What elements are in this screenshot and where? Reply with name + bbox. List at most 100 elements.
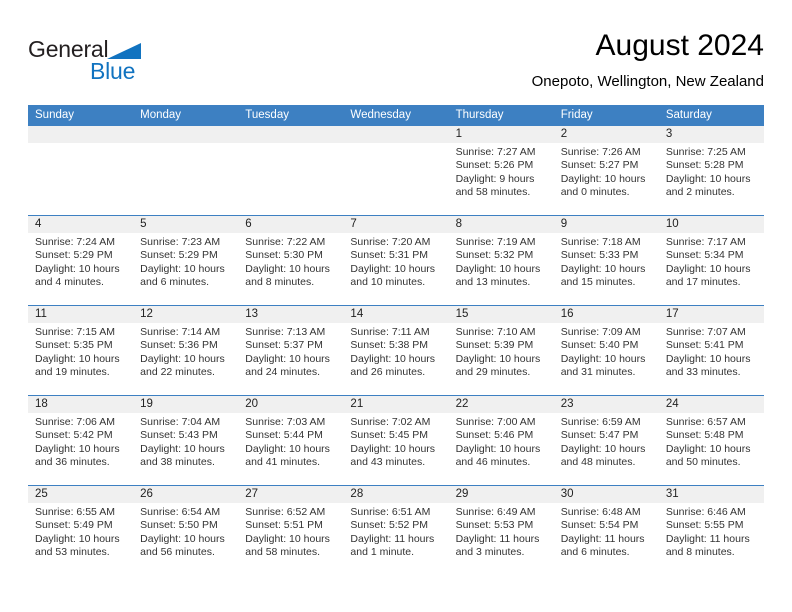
calendar-day-cell[interactable]: 14 Sunrise: 7:11 AM Sunset: 5:38 PM Dayligh… [343,306,449,395]
day-details: Sunrise: 6:55 AM Sunset: 5:49 PM Daylight:… [28,503,133,560]
calendar-day-cell[interactable]: 29 Sunrise: 6:49 AM Sunset: 5:53 PM Dayligh… [448,486,554,575]
calendar-day-cell[interactable]: 22 Sunrise: 7:00 AM Sunset: 5:46 PM Dayligh… [448,396,554,485]
day-detail-line: Sunset: 5:55 PM [665,519,744,532]
day-detail-line: and 22 minutes. [140,366,215,379]
page-header: General Blue August 2024 Onepoto, Wellin… [28,28,764,100]
calendar-day-cell[interactable]: 4 Sunrise: 7:24 AM Sunset: 5:29 PM Daylight… [28,216,134,305]
day-detail-line: Daylight: 11 hours [560,532,645,545]
day-detail-line: Sunrise: 7:18 AM [560,236,641,248]
day-detail-line: Sunset: 5:30 PM [245,249,323,262]
day-detail-line: Sunset: 5:27 PM [560,159,639,172]
calendar-day-cell[interactable]: 25 Sunrise: 6:55 AM Sunset: 5:49 PM Dayligh… [28,486,134,575]
day-details: Sunrise: 6:51 AM Sunset: 5:52 PM Daylight:… [343,503,448,560]
calendar-week-row: 11 Sunrise: 7:15 AM Sunset: 5:35 PM Dayligh… [28,305,764,395]
calendar-day-cell[interactable]: 2 Sunrise: 7:26 AM Sunset: 5:27 PM Daylight… [553,126,659,215]
day-number [238,126,344,143]
day-detail-line: and 4 minutes. [35,276,104,289]
day-detail-line: Daylight: 10 hours [350,262,436,275]
day-detail-line: Sunrise: 7:04 AM [140,416,221,428]
day-details: Sunrise: 7:00 AM Sunset: 5:46 PM Daylight:… [449,413,554,470]
day-detail-line: Daylight: 10 hours [560,352,646,365]
day-detail-line: Daylight: 10 hours [665,262,751,275]
day-detail-line: Daylight: 10 hours [245,352,330,365]
calendar-day-cell[interactable]: 12 Sunrise: 7:14 AM Sunset: 5:36 PM Dayligh… [133,306,239,395]
calendar-day-cell[interactable]: 15 Sunrise: 7:10 AM Sunset: 5:39 PM Dayligh… [448,306,554,395]
weekday-header-wednesday: Wednesday [350,109,411,121]
calendar-day-cell[interactable]: 13 Sunrise: 7:13 AM Sunset: 5:37 PM Dayligh… [238,306,344,395]
day-detail-line: Sunrise: 7:22 AM [245,236,326,248]
day-detail-line: Sunset: 5:41 PM [665,339,744,352]
calendar-day-cell[interactable]: 18 Sunrise: 7:06 AM Sunset: 5:42 PM Dayligh… [28,396,134,485]
weekday-header-monday: Monday [140,109,182,121]
day-detail-line: Sunrise: 6:49 AM [455,506,536,518]
day-number: 21 [343,396,449,413]
day-detail-line: Sunrise: 7:26 AM [560,146,641,158]
day-detail-line: Sunset: 5:43 PM [140,429,218,442]
day-details: Sunrise: 6:46 AM Sunset: 5:55 PM Daylight:… [659,503,764,560]
day-detail-line: Daylight: 10 hours [35,352,120,365]
calendar-day-cell[interactable]: 24 Sunrise: 6:57 AM Sunset: 5:48 PM Dayligh… [658,396,764,485]
day-detail-line: Sunset: 5:28 PM [665,159,744,172]
day-detail-line: Sunrise: 7:14 AM [140,326,221,338]
day-detail-line: and 58 minutes. [455,186,531,199]
day-detail-line: and 10 minutes. [350,276,426,289]
day-details: Sunrise: 6:54 AM Sunset: 5:50 PM Daylight:… [133,503,238,560]
day-detail-line: Daylight: 10 hours [455,352,541,365]
day-detail-line: Sunrise: 6:48 AM [560,506,641,518]
calendar-day-cell[interactable]: 30 Sunrise: 6:48 AM Sunset: 5:54 PM Dayligh… [553,486,659,575]
calendar-day-cell[interactable]: 6 Sunrise: 7:22 AM Sunset: 5:30 PM Daylight… [238,216,344,305]
day-detail-line: Sunrise: 6:55 AM [35,506,115,518]
brand-logo[interactable]: General Blue [28,36,208,84]
calendar-week-row: 4 Sunrise: 7:24 AM Sunset: 5:29 PM Daylight… [28,215,764,305]
day-detail-line: Daylight: 11 hours [455,532,540,545]
day-number: 22 [448,396,554,413]
calendar-day-cell[interactable]: 17 Sunrise: 7:07 AM Sunset: 5:41 PM Dayligh… [658,306,764,395]
day-detail-line: and 26 minutes. [350,366,426,379]
day-detail-line: and 53 minutes. [35,546,110,559]
day-detail-line: Sunrise: 7:17 AM [665,236,746,248]
day-number: 5 [133,216,239,233]
day-detail-line: Sunset: 5:47 PM [560,429,639,442]
calendar-day-cell[interactable]: 7 Sunrise: 7:20 AM Sunset: 5:31 PM Daylight… [343,216,449,305]
calendar-day-cell[interactable]: 1 Sunrise: 7:27 AM Sunset: 5:26 PM Daylight… [448,126,554,215]
day-detail-line: Daylight: 10 hours [665,442,751,455]
day-detail-line: Sunrise: 6:51 AM [350,506,431,518]
day-number: 9 [553,216,659,233]
calendar-day-cell[interactable]: 27 Sunrise: 6:52 AM Sunset: 5:51 PM Dayligh… [238,486,344,575]
day-details: Sunrise: 6:49 AM Sunset: 5:53 PM Daylight:… [449,503,554,560]
day-detail-line: Daylight: 10 hours [350,352,436,365]
calendar-day-cell[interactable]: 8 Sunrise: 7:19 AM Sunset: 5:32 PM Daylight… [448,216,554,305]
calendar-day-cell[interactable]: 20 Sunrise: 7:03 AM Sunset: 5:44 PM Dayligh… [238,396,344,485]
day-detail-line: Sunrise: 7:23 AM [140,236,221,248]
calendar-day-cell[interactable]: 19 Sunrise: 7:04 AM Sunset: 5:43 PM Dayligh… [133,396,239,485]
day-detail-line: Sunrise: 7:06 AM [35,416,115,428]
day-details: Sunrise: 7:23 AM Sunset: 5:29 PM Daylight:… [133,233,238,290]
day-detail-line: Sunset: 5:53 PM [455,519,534,532]
day-details: Sunrise: 7:15 AM Sunset: 5:35 PM Daylight:… [28,323,133,380]
calendar-day-cell[interactable]: 16 Sunrise: 7:09 AM Sunset: 5:40 PM Dayligh… [553,306,659,395]
day-details: Sunrise: 7:22 AM Sunset: 5:30 PM Daylight:… [238,233,343,290]
day-number: 14 [343,306,449,323]
day-detail-line: and 1 minute. [350,546,415,559]
day-details: Sunrise: 7:04 AM Sunset: 5:43 PM Daylight:… [133,413,238,470]
day-detail-line: Sunset: 5:49 PM [35,519,113,532]
calendar-day-cell-empty [28,126,134,215]
calendar-day-cell[interactable]: 26 Sunrise: 6:54 AM Sunset: 5:50 PM Dayligh… [133,486,239,575]
day-detail-line: Sunrise: 7:15 AM [35,326,115,338]
weekday-header-thursday: Thursday [455,109,504,121]
day-number: 1 [448,126,554,143]
calendar-day-cell[interactable]: 3 Sunrise: 7:25 AM Sunset: 5:28 PM Daylight… [658,126,764,215]
calendar-day-cell[interactable]: 9 Sunrise: 7:18 AM Sunset: 5:33 PM Daylight… [553,216,659,305]
day-detail-line: Daylight: 10 hours [140,352,225,365]
calendar-day-cell[interactable]: 28 Sunrise: 6:51 AM Sunset: 5:52 PM Dayligh… [343,486,449,575]
day-detail-line: Sunrise: 7:13 AM [245,326,326,338]
calendar-day-cell[interactable]: 21 Sunrise: 7:02 AM Sunset: 5:45 PM Dayligh… [343,396,449,485]
calendar-day-cell[interactable]: 31 Sunrise: 6:46 AM Sunset: 5:55 PM Dayligh… [658,486,764,575]
calendar-day-cell[interactable]: 23 Sunrise: 6:59 AM Sunset: 5:47 PM Dayligh… [553,396,659,485]
calendar-day-cell[interactable]: 10 Sunrise: 7:17 AM Sunset: 5:34 PM Dayligh… [658,216,764,305]
day-details [133,143,238,146]
calendar-day-cell[interactable]: 11 Sunrise: 7:15 AM Sunset: 5:35 PM Dayligh… [28,306,134,395]
day-details: Sunrise: 6:57 AM Sunset: 5:48 PM Daylight:… [659,413,764,470]
calendar-day-cell[interactable]: 5 Sunrise: 7:23 AM Sunset: 5:29 PM Daylight… [133,216,239,305]
day-detail-line: and 58 minutes. [245,546,320,559]
